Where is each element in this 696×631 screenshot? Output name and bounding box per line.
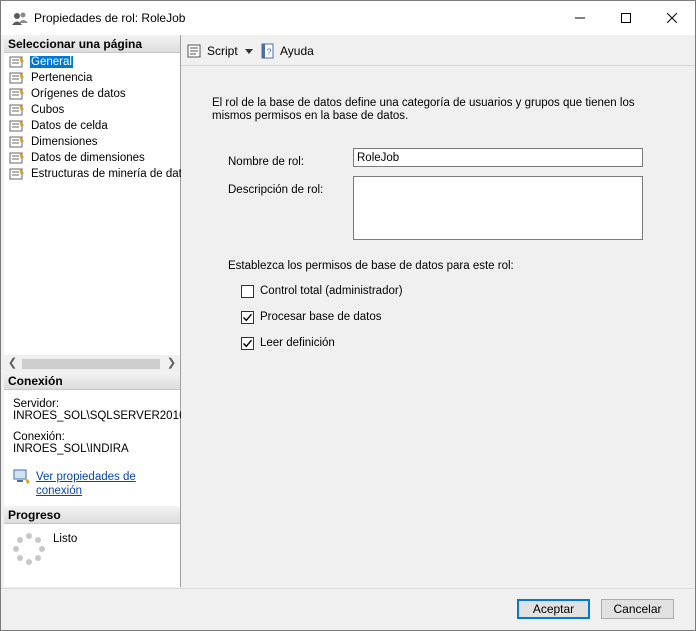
full-control-checkbox[interactable]	[241, 284, 254, 298]
help-icon: ?	[261, 43, 274, 59]
permissions-label: Establezca los permisos de base de datos…	[228, 260, 514, 272]
left-pane: Seleccionar una página General Pertenenc…	[4, 35, 194, 587]
connection-label: Conexión:	[13, 431, 65, 443]
properties-page-icon	[9, 72, 24, 84]
properties-page-icon	[9, 152, 24, 164]
scroll-right-icon[interactable]: ❯	[165, 357, 178, 370]
progress-status: Listo	[53, 533, 78, 545]
properties-page-icon	[9, 56, 24, 68]
properties-page-icon	[9, 168, 24, 180]
scroll-thumb[interactable]	[22, 359, 160, 369]
title-bar[interactable]: Propiedades de rol: RoleJob	[1, 1, 695, 35]
scroll-left-icon[interactable]: ❮	[6, 357, 19, 370]
minimize-button[interactable]	[557, 1, 603, 35]
maximize-button[interactable]	[603, 1, 649, 35]
connection-info: Servidor: INROES_SOL\SQLSERVER2016 Conex…	[13, 398, 186, 455]
script-label: Script	[207, 44, 238, 58]
full-control-checkbox-row[interactable]: Control total (administrador)	[241, 283, 403, 299]
page-item-label: Orígenes de datos	[31, 88, 126, 100]
server-label: Servidor:	[13, 398, 60, 410]
page-list: General Pertenencia Orígenes de datos Cu…	[4, 54, 194, 182]
server-value: INROES_SOL\SQLSERVER2016	[13, 410, 186, 422]
page-item-label: Datos de celda	[31, 120, 108, 132]
checkmark-icon	[243, 313, 253, 321]
right-pane: Script ? Ayuda El rol de la base de dato…	[181, 35, 695, 587]
read-definition-label: Leer definición	[260, 337, 335, 349]
page-item-membership[interactable]: Pertenencia	[4, 70, 180, 86]
checkmark-icon	[243, 339, 253, 347]
properties-page-icon	[9, 104, 24, 116]
page-item-data-sources[interactable]: Orígenes de datos	[4, 86, 180, 102]
page-item-label: General	[30, 56, 73, 68]
close-button[interactable]	[649, 1, 695, 35]
page-item-label: Datos de dimensiones	[31, 152, 145, 164]
role-name-input[interactable]	[353, 148, 643, 167]
process-database-checkbox[interactable]	[241, 310, 254, 324]
read-definition-checkbox-row[interactable]: Leer definición	[241, 335, 335, 351]
view-connection-properties-link[interactable]: Ver propiedades de conexión	[36, 470, 156, 498]
properties-page-icon	[9, 88, 24, 100]
role-description-input[interactable]	[353, 176, 643, 240]
page-item-dimension-data[interactable]: Datos de dimensiones	[4, 150, 180, 166]
script-icon	[187, 44, 201, 58]
role-description-text: El rol de la base de datos define una ca…	[212, 97, 635, 122]
page-item-label: Cubos	[31, 104, 65, 116]
page-item-dimensions[interactable]: Dimensiones	[4, 134, 180, 150]
connection-header: Conexión	[4, 372, 180, 390]
accept-button[interactable]: Aceptar	[517, 599, 590, 619]
process-database-checkbox-row[interactable]: Procesar base de datos	[241, 309, 381, 325]
progress-header: Progreso	[4, 506, 180, 524]
dialog-window: Propiedades de rol: RoleJob Seleccionar …	[0, 0, 696, 631]
role-description-label: Descripción de rol:	[228, 184, 324, 196]
page-item-cubes[interactable]: Cubos	[4, 102, 180, 118]
toolbar: Script ? Ayuda	[181, 35, 695, 66]
chevron-down-icon	[245, 48, 253, 54]
window-title: Propiedades de rol: RoleJob	[34, 11, 186, 25]
full-control-label: Control total (administrador)	[260, 285, 403, 297]
role-name-label: Nombre de rol:	[228, 156, 305, 168]
process-database-label: Procesar base de datos	[260, 311, 382, 323]
connection-properties-icon	[13, 469, 30, 484]
page-list-scrollbar[interactable]: ❮ ❯	[4, 355, 180, 372]
cancel-button[interactable]: Cancelar	[601, 599, 674, 619]
script-dropdown-button[interactable]	[245, 42, 257, 60]
page-item-general[interactable]: General	[4, 54, 180, 70]
help-button[interactable]: ? Ayuda	[260, 42, 314, 60]
svg-text:?: ?	[266, 47, 271, 57]
help-label: Ayuda	[280, 44, 314, 58]
page-item-label: Estructuras de minería de datos	[31, 168, 194, 180]
dialog-footer: Aceptar Cancelar	[1, 588, 695, 630]
page-item-label: Pertenencia	[31, 72, 93, 84]
page-item-cell-data[interactable]: Datos de celda	[4, 118, 180, 134]
properties-page-icon	[9, 120, 24, 132]
page-item-label: Dimensiones	[31, 136, 98, 148]
select-page-header: Seleccionar una página	[4, 35, 180, 53]
page-item-mining-structures[interactable]: Estructuras de minería de datos	[4, 166, 194, 182]
script-button[interactable]: Script	[187, 42, 238, 60]
connection-value: INROES_SOL\INDIRA	[13, 443, 129, 455]
read-definition-checkbox[interactable]	[241, 336, 254, 350]
progress-spinner-icon	[13, 533, 45, 565]
properties-page-icon	[9, 136, 24, 148]
role-users-icon	[11, 11, 29, 27]
